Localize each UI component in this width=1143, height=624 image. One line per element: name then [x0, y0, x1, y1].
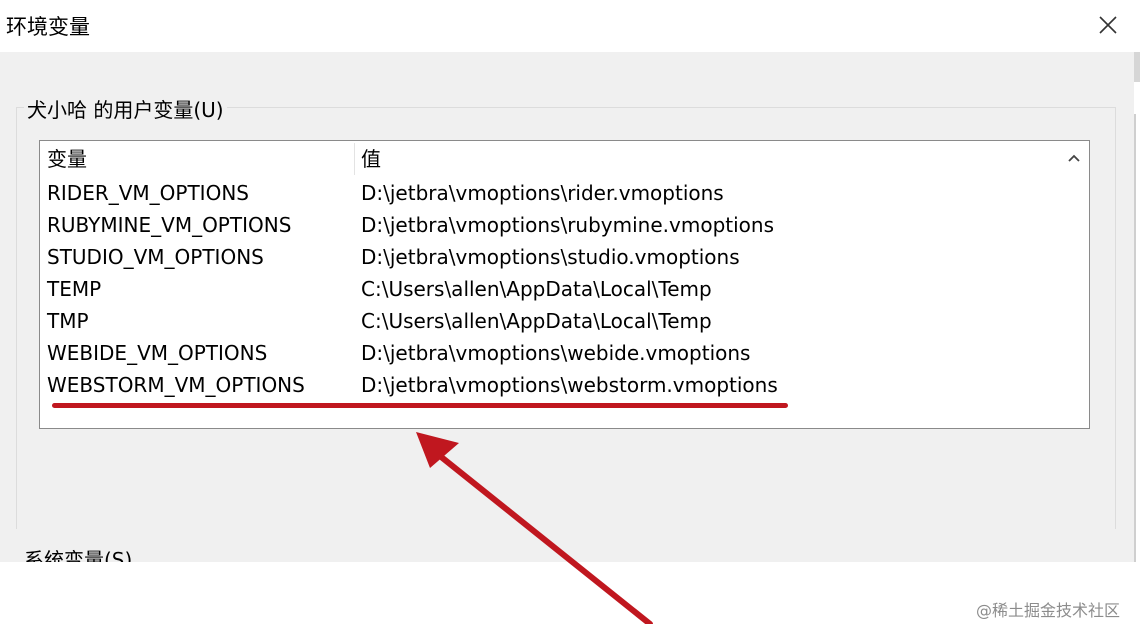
variable-value: D:\jetbra\vmoptions\webide.vmoptions [361, 341, 751, 365]
variable-value: C:\Users\allen\AppData\Local\Temp [361, 309, 712, 333]
variable-name: WEBIDE_VM_OPTIONS [47, 341, 268, 365]
user-variables-label: 犬小哈 的用户变量(U) [24, 94, 227, 123]
variable-value: D:\jetbra\vmoptions\studio.vmoptions [361, 245, 740, 269]
chevron-up-icon [1068, 154, 1080, 162]
close-button[interactable] [1086, 4, 1130, 46]
scroll-up-button[interactable] [1060, 143, 1088, 173]
variable-name: RUBYMINE_VM_OPTIONS [47, 213, 292, 237]
window-title: 环境变量 [6, 15, 90, 39]
table-row[interactable]: WEBIDE_VM_OPTIONS D:\jetbra\vmoptions\we… [40, 337, 1058, 369]
user-variables-list[interactable]: 变量 值 RIDER_VM_OPTIONS D:\jetbra\vmoption… [39, 140, 1090, 429]
bottom-white-strip [0, 562, 1143, 624]
table-row[interactable]: TEMP C:\Users\allen\AppData\Local\Temp [40, 273, 1058, 305]
highlight-underline [52, 403, 788, 408]
variable-name: TEMP [47, 277, 102, 301]
background-window-edge [1134, 52, 1143, 614]
system-variables-label: 系统变量(S) [24, 548, 133, 562]
table-row[interactable]: WEBSTORM_VM_OPTIONS D:\jetbra\vmoptions\… [40, 369, 1058, 401]
table-row[interactable]: RUBYMINE_VM_OPTIONS D:\jetbra\vmoptions\… [40, 209, 1058, 241]
watermark: @稀土掘金技术社区 [976, 601, 1121, 620]
table-row[interactable]: RIDER_VM_OPTIONS D:\jetbra\vmoptions\rid… [40, 177, 1058, 209]
variable-name: RIDER_VM_OPTIONS [47, 181, 249, 205]
variable-value: C:\Users\allen\AppData\Local\Temp [361, 277, 712, 301]
title-bar: 环境变量 [0, 0, 1143, 52]
variable-name: WEBSTORM_VM_OPTIONS [47, 373, 305, 397]
column-header-name[interactable]: 变量 [47, 141, 87, 177]
variable-name: TMP [47, 309, 89, 333]
variable-name: STUDIO_VM_OPTIONS [47, 245, 264, 269]
variable-value: D:\jetbra\vmoptions\rider.vmoptions [361, 181, 724, 205]
column-header-value[interactable]: 值 [361, 141, 381, 177]
variable-value: D:\jetbra\vmoptions\rubymine.vmoptions [361, 213, 774, 237]
close-icon [1099, 16, 1117, 34]
column-separator[interactable] [354, 143, 355, 175]
variable-value: D:\jetbra\vmoptions\webstorm.vmoptions [361, 373, 778, 397]
table-row[interactable]: TMP C:\Users\allen\AppData\Local\Temp [40, 305, 1058, 337]
table-row[interactable]: STUDIO_VM_OPTIONS D:\jetbra\vmoptions\st… [40, 241, 1058, 273]
